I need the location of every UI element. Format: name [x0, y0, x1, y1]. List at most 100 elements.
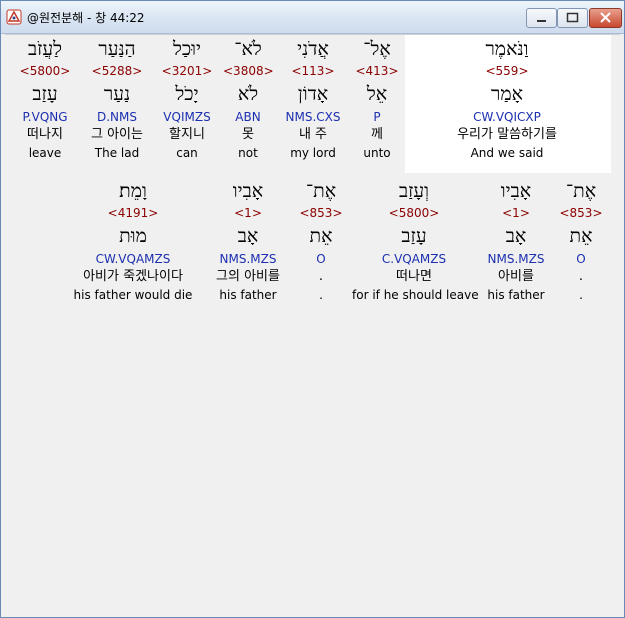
korean-gloss: 떠나면 — [396, 269, 432, 284]
korean-gloss: 내 주 — [298, 127, 328, 142]
parsing-code: D.NMS — [96, 110, 137, 124]
korean-gloss: 아비가 죽겠나이다 — [83, 269, 183, 284]
lexical-form: אָדוֹן — [297, 83, 329, 105]
word-block[interactable]: אֶת־ <853> אֵת O . . — [295, 177, 347, 303]
strong-number[interactable]: <413> — [348, 63, 406, 79]
korean-gloss: 께 — [371, 127, 383, 142]
hebrew-word: יוּכַל — [172, 38, 202, 60]
english-gloss: . — [579, 288, 583, 302]
analysis-pane[interactable]: וַנֹּאמֶר <559> אָמַר CW.VQICXP 우리가 말씀하기… — [5, 34, 620, 613]
korean-gloss: 그 아이는 — [91, 127, 143, 142]
minimize-icon — [537, 20, 546, 22]
lexical-form: אֵת — [309, 225, 333, 247]
strong-number[interactable]: <853> — [555, 205, 607, 221]
maximize-icon — [566, 12, 579, 23]
english-gloss: And we said — [470, 146, 544, 160]
korean-gloss: 우리가 말씀하기를 — [457, 127, 557, 142]
parsing-code: CW.VQAMZS — [95, 252, 171, 266]
close-icon — [600, 12, 611, 23]
word-block[interactable]: אֲדֹנִי <113> אָדוֹן NMS.CXS 내 주 my lord — [281, 35, 345, 161]
word-block[interactable]: אֶל־ <413> אֵל P 께 unto — [348, 35, 406, 161]
word-block[interactable]: לֹא־ <3808> לֹא ABN 못 not — [223, 35, 274, 161]
english-gloss: The lad — [94, 146, 140, 160]
parsing-code: NMS.CXS — [285, 110, 341, 124]
hebrew-word: אֶת־ — [305, 180, 337, 202]
english-gloss: unto — [363, 146, 391, 160]
lexical-form: לֹא — [237, 83, 259, 105]
app-icon — [6, 9, 22, 25]
strong-number[interactable]: <559> — [407, 63, 607, 79]
strong-number[interactable]: <3201> — [158, 63, 216, 79]
hebrew-word: אָבִיו — [232, 180, 264, 202]
lexical-form: אָב — [237, 225, 259, 247]
english-gloss: for if he should leave — [352, 288, 479, 302]
close-button[interactable] — [589, 8, 622, 28]
parsing-code: NMS.MZS — [219, 252, 277, 266]
hebrew-word: וְעָזַב — [398, 180, 430, 202]
word-block[interactable]: וָמֵת׃ <4191> מוּת CW.VQAMZS 아비가 죽겠나이다 h… — [67, 177, 199, 303]
korean-gloss: 그의 아비를 — [216, 269, 280, 284]
parsing-code: P — [373, 110, 381, 124]
lexical-form: מוּת — [119, 225, 147, 247]
lexical-form: אָב — [505, 225, 527, 247]
word-block[interactable]: יוּכַל <3201> יָכֹל VQIMZS 할지니 can — [158, 35, 216, 161]
minimize-button[interactable] — [526, 8, 557, 28]
strong-number[interactable]: <1> — [205, 205, 291, 221]
parsing-code: CW.VQICXP — [473, 110, 541, 124]
parsing-code: NMS.MZS — [487, 252, 545, 266]
english-gloss: leave — [28, 146, 62, 160]
strong-number[interactable]: <3808> — [223, 63, 274, 79]
word-block[interactable]: וְעָזַב <5800> עָזַב C.VQAMZS 떠나면 for if… — [352, 177, 479, 303]
korean-gloss: . — [318, 269, 324, 284]
korean-gloss: 할지니 — [169, 127, 205, 142]
hebrew-word: לֹא־ — [234, 38, 262, 60]
hebrew-word: אָבִיו — [500, 180, 532, 202]
window-title: @원전분해 - 창 44:22 — [27, 11, 145, 25]
lexical-form: נַעַר — [103, 83, 131, 105]
english-gloss: his father — [487, 288, 545, 302]
parsing-code: P.VQNG — [22, 110, 68, 124]
strong-number[interactable]: <853> — [295, 205, 347, 221]
parsing-code: O — [316, 252, 326, 266]
parsing-code: C.VQAMZS — [381, 252, 447, 266]
parsing-code: O — [576, 252, 586, 266]
hebrew-word: אֶל־ — [363, 38, 391, 60]
word-block[interactable]: אָבִיו <1> אָב NMS.MZS 그의 아비를 his father — [205, 177, 291, 303]
korean-gloss: 아비를 — [498, 269, 534, 284]
word-block[interactable]: וַנֹּאמֶר <559> אָמַר CW.VQICXP 우리가 말씀하기… — [407, 35, 607, 161]
hebrew-word: אֲדֹנִי — [297, 38, 329, 60]
english-gloss: my lord — [290, 146, 336, 160]
english-gloss: can — [176, 146, 198, 160]
strong-number[interactable]: <1> — [483, 205, 549, 221]
korean-gloss: 못 — [242, 127, 254, 142]
maximize-button[interactable] — [557, 8, 588, 28]
strong-number[interactable]: <4191> — [67, 205, 199, 221]
hebrew-word: לַעֲזֹב — [27, 38, 63, 60]
english-gloss: . — [319, 288, 323, 302]
english-gloss: not — [238, 146, 258, 160]
app-window: @원전분해 - 창 44:22 וַנֹּאמֶר <559> אָמַר CW… — [0, 0, 625, 618]
parsing-code: VQIMZS — [163, 110, 211, 124]
word-block[interactable]: הַנַּעַר <5288> נַעַר D.NMS 그 아이는 The la… — [85, 35, 149, 161]
hebrew-word: אֶת־ — [565, 180, 597, 202]
lexical-form: אָמַר — [491, 83, 523, 105]
strong-number[interactable]: <5800> — [352, 205, 476, 221]
strong-number[interactable]: <5800> — [13, 63, 77, 79]
word-block[interactable]: לַעֲזֹב <5800> עָזַב P.VQNG 떠나지 leave — [13, 35, 77, 161]
lexical-form: יָכֹל — [175, 83, 199, 105]
strong-number[interactable]: <5288> — [85, 63, 149, 79]
strong-number[interactable]: <113> — [281, 63, 345, 79]
word-block[interactable]: אָבִיו <1> אָב NMS.MZS 아비를 his father — [483, 177, 549, 303]
word-block[interactable]: אֶת־ <853> אֵת O . . — [555, 177, 607, 303]
english-gloss: his father — [219, 288, 277, 302]
lexical-form: אֵת — [569, 225, 593, 247]
english-gloss: his father would die — [73, 288, 193, 302]
lexical-form: עָזַב — [401, 225, 427, 247]
korean-gloss: . — [578, 269, 584, 284]
hebrew-word: הַנַּעַר — [98, 38, 136, 60]
hebrew-word: וַנֹּאמֶר — [485, 38, 529, 60]
lexical-form: עָזַב — [32, 83, 58, 105]
title-bar[interactable]: @원전분해 - 창 44:22 — [1, 1, 624, 34]
hebrew-word: וָמֵת׃ — [119, 180, 147, 202]
lexical-form: אֵל — [366, 83, 388, 105]
